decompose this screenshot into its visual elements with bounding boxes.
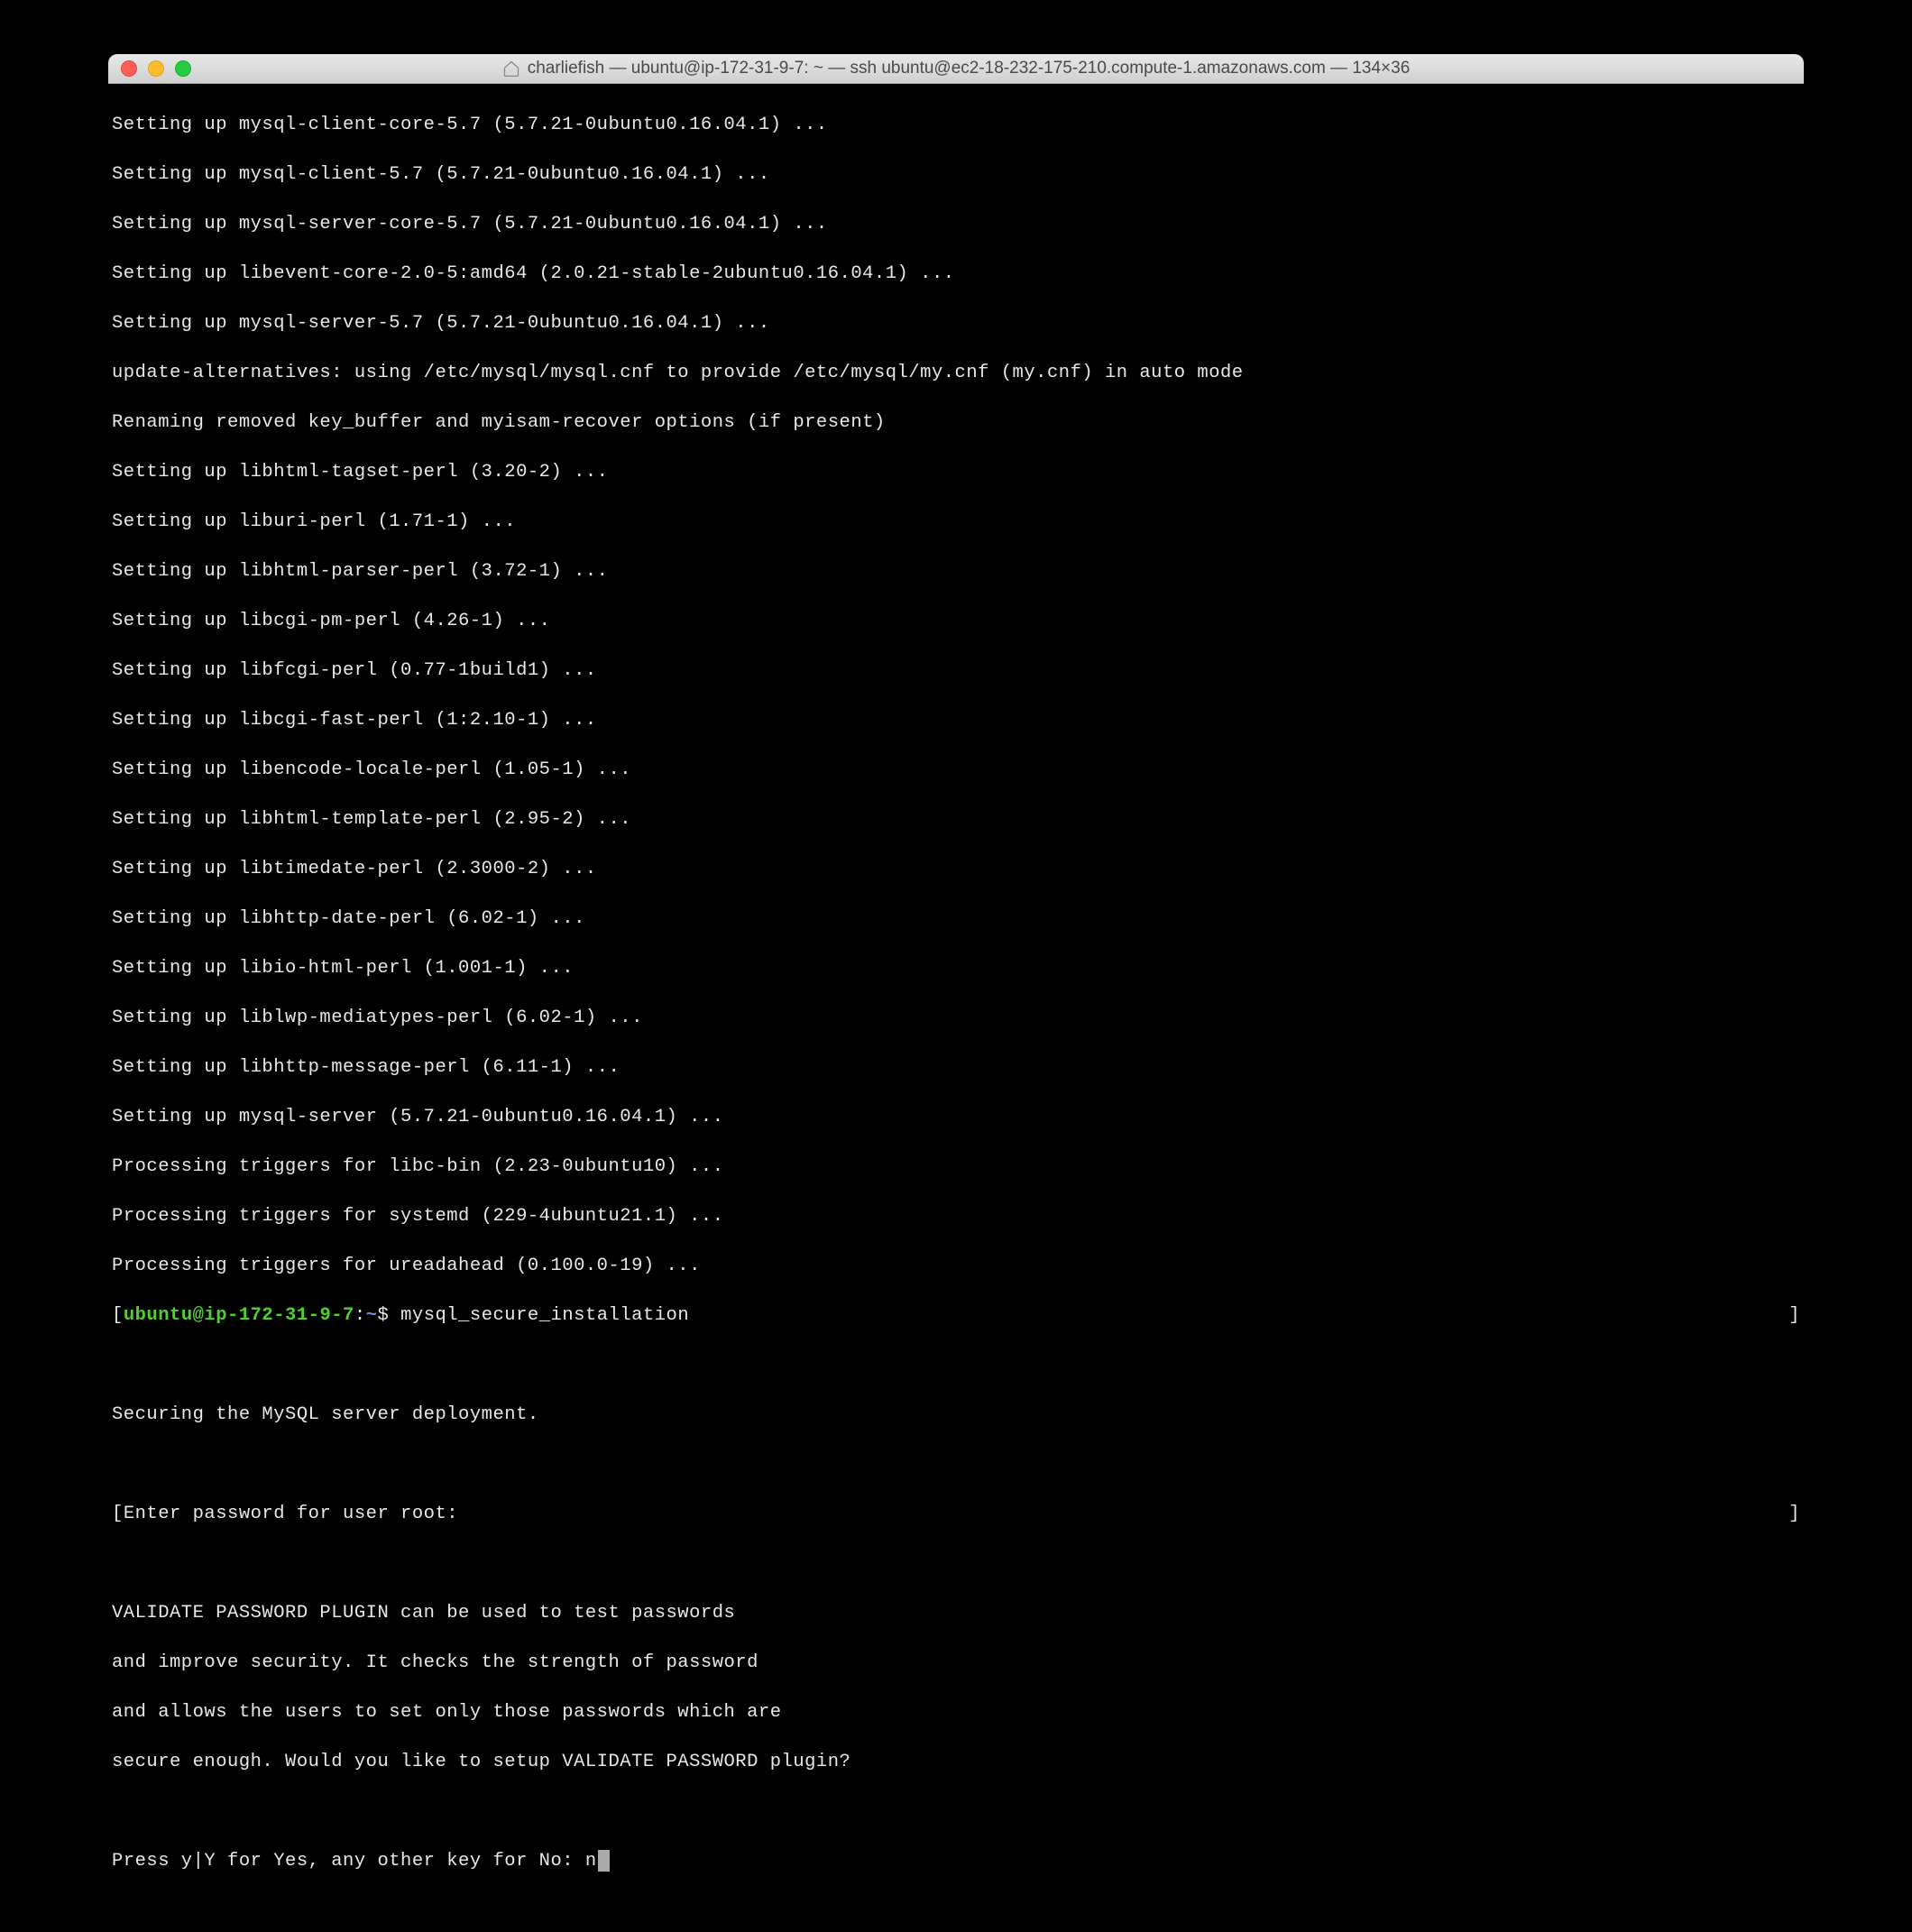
blank-line bbox=[112, 1353, 1800, 1378]
output-line: Setting up libcgi-fast-perl (1:2.10-1) .… bbox=[112, 708, 1800, 733]
output-line: Setting up mysql-server-core-5.7 (5.7.21… bbox=[112, 212, 1800, 237]
bracket: [ bbox=[112, 1504, 124, 1524]
blank-line bbox=[112, 1452, 1800, 1477]
output-line: Securing the MySQL server deployment. bbox=[112, 1403, 1800, 1428]
window-controls bbox=[121, 60, 191, 77]
titlebar[interactable]: charliefish — ubuntu@ip-172-31-9-7: ~ — … bbox=[108, 54, 1804, 84]
output-line: Setting up mysql-client-core-5.7 (5.7.21… bbox=[112, 113, 1800, 138]
output-line: Processing triggers for ureadahead (0.10… bbox=[112, 1254, 1800, 1279]
output-line: Setting up libhttp-message-perl (6.11-1)… bbox=[112, 1055, 1800, 1081]
blank-line bbox=[112, 1551, 1800, 1577]
output-line: Setting up libhttp-date-perl (6.02-1) ..… bbox=[112, 906, 1800, 932]
input-prompt-line[interactable]: Press y|Y for Yes, any other key for No:… bbox=[112, 1849, 1800, 1874]
output-line: Processing triggers for systemd (229-4ub… bbox=[112, 1204, 1800, 1229]
output-line: Processing triggers for libc-bin (2.23-0… bbox=[112, 1155, 1800, 1180]
window-title: charliefish — ubuntu@ip-172-31-9-7: ~ — … bbox=[528, 59, 1411, 78]
output-line: Setting up libfcgi-perl (0.77-1build1) .… bbox=[112, 658, 1800, 684]
shell-prompt-line: [ubuntu@ip-172-31-9-7:~$ mysql_secure_in… bbox=[112, 1303, 1800, 1329]
minimize-icon[interactable] bbox=[148, 60, 164, 77]
output-line: Setting up mysql-server (5.7.21-0ubuntu0… bbox=[112, 1105, 1800, 1130]
prompt-user-host: ubuntu@ip-172-31-9-7 bbox=[124, 1305, 354, 1326]
prompt-path: ~ bbox=[366, 1305, 378, 1326]
output-line: Setting up libhtml-template-perl (2.95-2… bbox=[112, 807, 1800, 833]
output-line: Setting up libencode-locale-perl (1.05-1… bbox=[112, 758, 1800, 783]
prompt-dollar: $ bbox=[377, 1305, 400, 1326]
user-input[interactable]: n bbox=[585, 1851, 597, 1872]
press-prompt: Press y|Y for Yes, any other key for No: bbox=[112, 1851, 585, 1872]
output-line: Setting up libcgi-pm-perl (4.26-1) ... bbox=[112, 609, 1800, 634]
output-line: update-alternatives: using /etc/mysql/my… bbox=[112, 361, 1800, 386]
enter-password-line: [Enter password for user root: ] bbox=[112, 1502, 1800, 1527]
output-line: Setting up liburi-perl (1.71-1) ... bbox=[112, 510, 1800, 535]
blank-line bbox=[112, 1799, 1800, 1825]
output-line: Setting up libevent-core-2.0-5:amd64 (2.… bbox=[112, 262, 1800, 287]
output-line: Setting up libtimedate-perl (2.3000-2) .… bbox=[112, 857, 1800, 882]
enter-password-prompt: Enter password for user root: bbox=[124, 1504, 470, 1524]
output-line: VALIDATE PASSWORD PLUGIN can be used to … bbox=[112, 1601, 1800, 1626]
typed-command: mysql_secure_installation bbox=[400, 1305, 689, 1326]
cursor-icon bbox=[598, 1850, 610, 1872]
prompt-bracket-close: ] bbox=[1788, 1303, 1800, 1329]
prompt-bracket: [ bbox=[112, 1305, 124, 1326]
output-line: Setting up mysql-server-5.7 (5.7.21-0ubu… bbox=[112, 311, 1800, 336]
output-line: secure enough. Would you like to setup V… bbox=[112, 1750, 1800, 1775]
output-line: Setting up liblwp-mediatypes-perl (6.02-… bbox=[112, 1006, 1800, 1031]
output-line: and allows the users to set only those p… bbox=[112, 1700, 1800, 1725]
output-line: Renaming removed key_buffer and myisam-r… bbox=[112, 410, 1800, 436]
output-line: Setting up libhtml-parser-perl (3.72-1) … bbox=[112, 559, 1800, 584]
output-line: Setting up libhtml-tagset-perl (3.20-2) … bbox=[112, 460, 1800, 485]
close-icon[interactable] bbox=[121, 60, 137, 77]
terminal-body[interactable]: Setting up mysql-client-core-5.7 (5.7.21… bbox=[108, 84, 1804, 1932]
prompt-colon: : bbox=[354, 1305, 366, 1326]
output-line: Setting up libio-html-perl (1.001-1) ... bbox=[112, 956, 1800, 981]
maximize-icon[interactable] bbox=[175, 60, 191, 77]
output-line: Setting up mysql-client-5.7 (5.7.21-0ubu… bbox=[112, 162, 1800, 188]
output-line: and improve security. It checks the stre… bbox=[112, 1651, 1800, 1676]
terminal-window: charliefish — ubuntu@ip-172-31-9-7: ~ — … bbox=[108, 54, 1804, 1932]
home-icon bbox=[502, 60, 520, 78]
bracket-close: ] bbox=[1788, 1502, 1800, 1527]
